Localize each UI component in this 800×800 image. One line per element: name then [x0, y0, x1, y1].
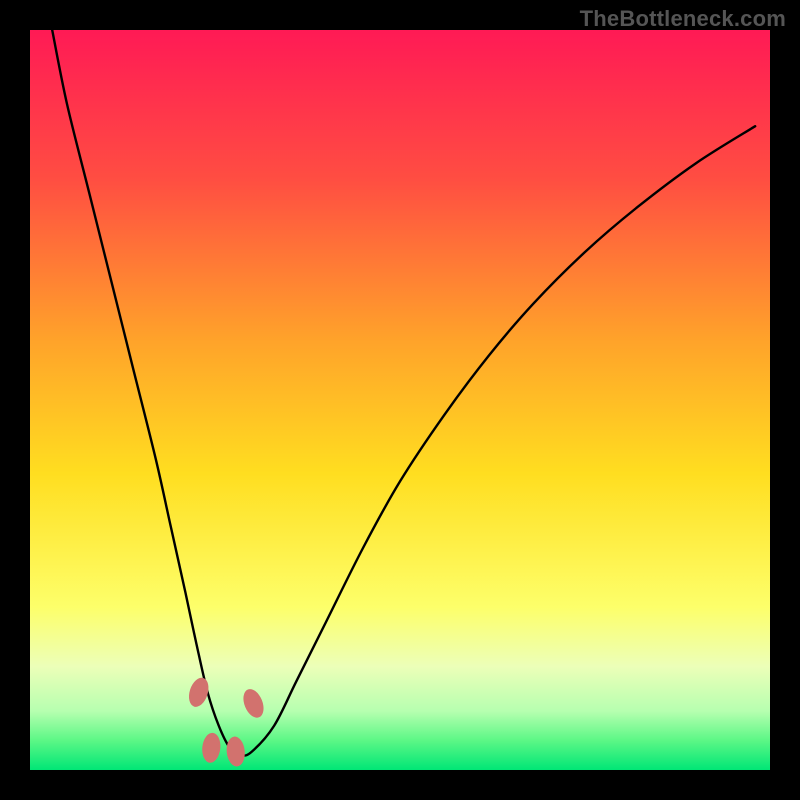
plot-area	[30, 30, 770, 770]
chart-svg	[30, 30, 770, 770]
watermark-label: TheBottleneck.com	[580, 6, 786, 32]
chart-frame: TheBottleneck.com	[0, 0, 800, 800]
